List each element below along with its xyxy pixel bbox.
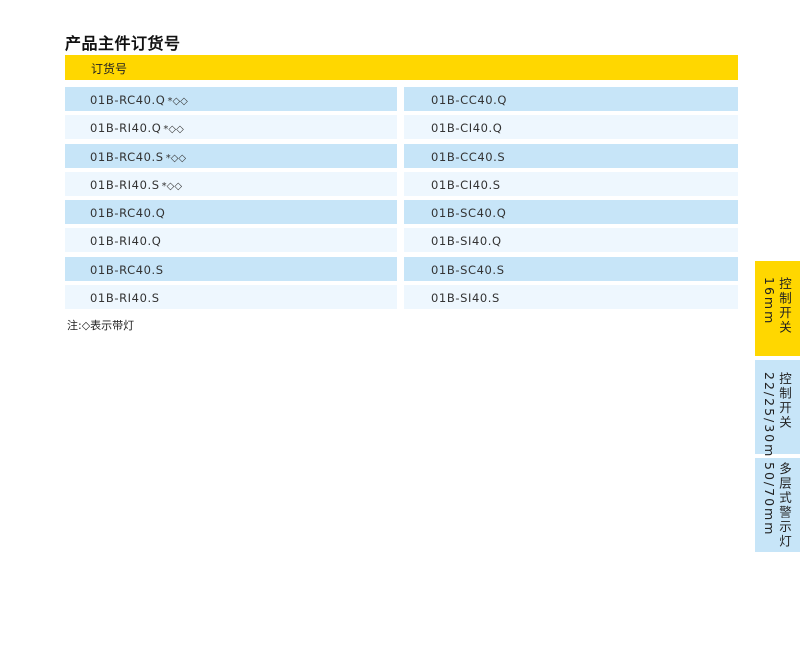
side-tab-label: 控制开关 [777, 277, 792, 335]
order-number-cell: 01B-RC40.Q *◇◇ [65, 87, 397, 111]
order-code: 01B-RC40.S [90, 149, 164, 164]
order-code: 01B-RC40.S [90, 262, 164, 277]
table-row: 01B-RC40.Q *◇◇ 01B-CC40.Q [65, 87, 738, 111]
order-number-cell: 01B-CI40.S [404, 171, 738, 196]
order-code: 01B-CC40.Q [431, 93, 508, 107]
table-row: 01B-RC40.S 01B-SC40.S [65, 256, 738, 281]
table-row: 01B-RI40.Q *◇◇ 01B-CI40.Q [65, 115, 738, 140]
order-number-cell: 01B-SI40.S [404, 285, 738, 310]
table-row: 01B-RC40.Q 01B-SC40.Q [65, 200, 738, 225]
order-number-cell: 01B-SI40.Q [404, 228, 738, 253]
order-code: 01B-CI40.S [431, 177, 501, 192]
code-suffix: *◇◇ [161, 180, 183, 192]
order-number-cell: 01B-CI40.Q [404, 115, 738, 140]
order-code: 01B-RC40.Q [90, 93, 166, 107]
order-code: 01B-SC40.Q [431, 206, 507, 221]
order-code: 01B-SI40.Q [431, 234, 502, 249]
order-code: 01B-SC40.S [431, 262, 505, 277]
order-number-table: 01B-RC40.Q *◇◇ 01B-CC40.Q 01B-RI40.Q *◇◇ 0… [65, 87, 738, 313]
footnote: 注:◇表示带灯 [67, 319, 135, 332]
order-code: 01B-RI40.Q [90, 234, 162, 249]
side-tab-control-switch-22-25-30mm[interactable]: 控制开关 22/25/30mm [755, 360, 800, 473]
order-number-cell: 01B-SC40.Q [404, 200, 738, 225]
order-number-cell: 01B-RC40.S *◇◇ [65, 143, 397, 168]
table-row: 01B-RI40.S *◇◇ 01B-CI40.S [65, 171, 738, 196]
order-code: 01B-CC40.S [431, 149, 506, 164]
table-header: 订货号 [65, 55, 738, 80]
page-title: 产品主件订货号 [65, 34, 181, 53]
order-code: 01B-SI40.S [431, 291, 500, 306]
side-tab-control-switch-16mm[interactable]: 控制开关 16mm [755, 261, 800, 356]
side-tab-warning-light[interactable]: 多层式警示灯 50/70mm [755, 458, 800, 552]
table-row: 01B-RC40.S *◇◇ 01B-CC40.S [65, 143, 738, 168]
side-tab-label: 控制开关 [777, 372, 792, 430]
code-suffix: *◇◇ [165, 152, 187, 164]
side-tab-size: 22/25/30mm [762, 372, 777, 473]
order-number-cell: 01B-RI40.Q [65, 228, 397, 253]
side-tab-size: 50/70mm [762, 462, 777, 537]
order-code: 01B-RI40.S [90, 177, 160, 192]
order-number-cell: 01B-RI40.Q *◇◇ [65, 115, 397, 140]
order-number-cell: 01B-CC40.Q [404, 87, 738, 111]
order-code: 01B-RI40.S [90, 291, 160, 306]
order-number-cell: 01B-CC40.S [404, 143, 738, 168]
side-tab-size: 16mm [762, 277, 777, 326]
order-number-cell: 01B-RC40.S [65, 256, 397, 281]
code-suffix: *◇◇ [167, 96, 188, 107]
table-row: 01B-RI40.S 01B-SI40.S [65, 285, 738, 310]
order-number-cell: 01B-RC40.Q [65, 200, 397, 225]
order-number-cell: 01B-RI40.S *◇◇ [65, 171, 397, 196]
order-code: 01B-RC40.Q [90, 206, 166, 221]
code-suffix: *◇◇ [163, 124, 184, 136]
order-code: 01B-RI40.Q [90, 121, 162, 136]
table-row: 01B-RI40.Q 01B-SI40.Q [65, 228, 738, 253]
order-code: 01B-CI40.Q [431, 121, 503, 136]
order-number-cell: 01B-RI40.S [65, 285, 397, 310]
order-number-cell: 01B-SC40.S [404, 256, 738, 281]
side-tab-label: 多层式警示灯 [777, 462, 792, 549]
header-label: 订货号 [91, 62, 128, 76]
